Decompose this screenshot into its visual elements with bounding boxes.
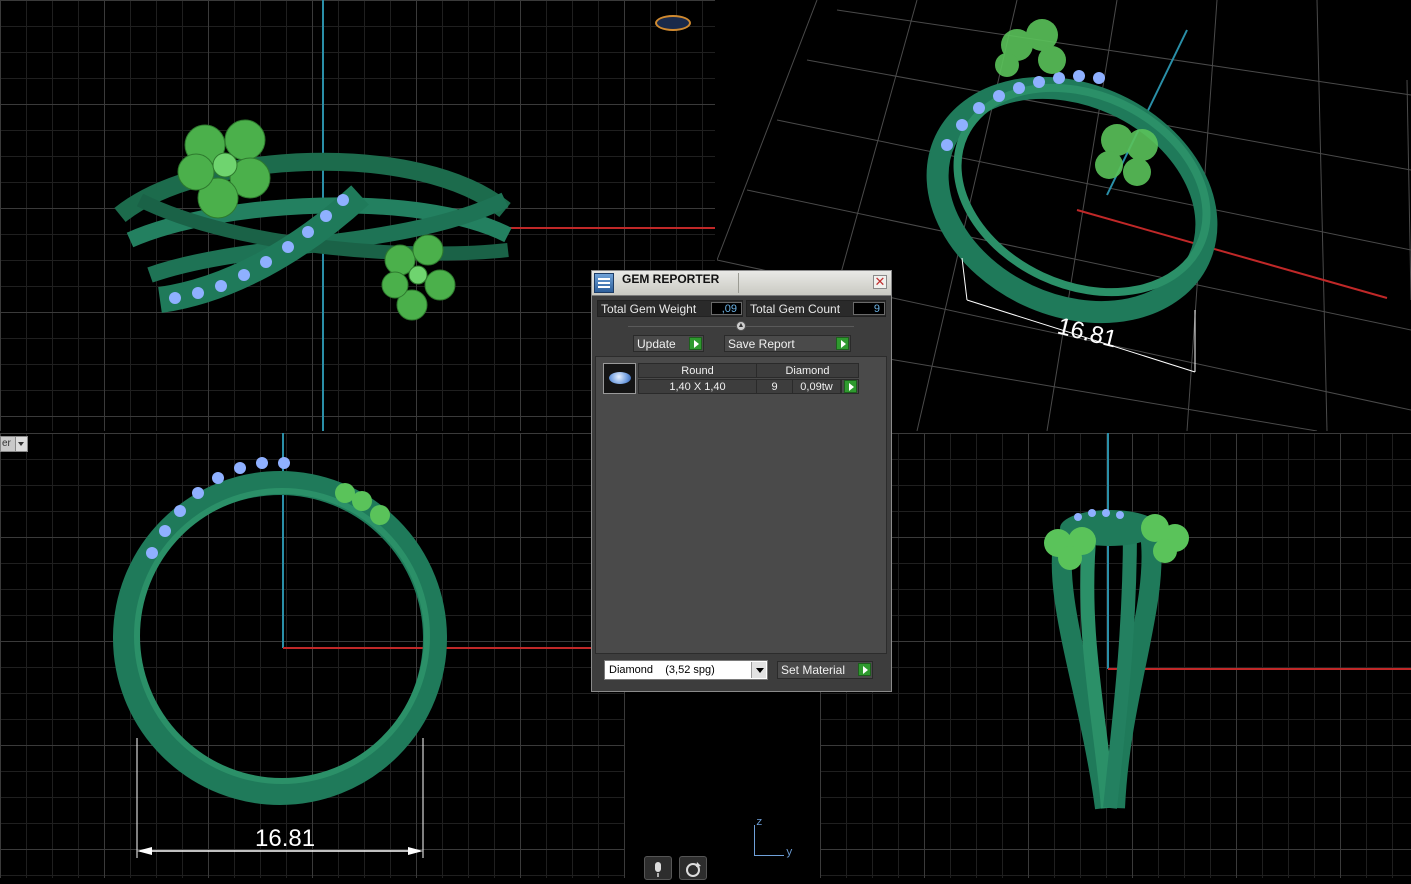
side-dimension-label: 16.81	[255, 825, 315, 852]
total-gem-count-field: Total Gem Count 9	[746, 300, 886, 317]
refresh-icon	[686, 862, 701, 877]
microphone-icon	[655, 862, 661, 877]
update-button-label: Update	[637, 337, 676, 351]
play-arrow-icon	[844, 380, 857, 393]
close-button[interactable]: ✕	[873, 275, 887, 289]
gem-material: Diamond	[756, 363, 859, 378]
dialog-title: GEM REPORTER	[622, 272, 720, 286]
total-gem-weight-value: ,09	[711, 302, 742, 315]
play-arrow-icon	[836, 337, 849, 350]
ring-side-view: 16.81	[113, 433, 625, 858]
collapse-toggle-button[interactable]: ▲	[736, 321, 746, 331]
ring-thumbnail-icon[interactable]	[655, 15, 691, 31]
close-icon: ✕	[874, 274, 886, 289]
set-material-button-label: Set Material	[781, 663, 846, 677]
total-gem-weight-label: Total Gem Weight	[601, 302, 697, 316]
microphone-button[interactable]	[644, 856, 672, 880]
play-arrow-icon	[858, 663, 871, 676]
viewport-top[interactable]	[820, 433, 1411, 878]
material-select[interactable]: Diamond (3,52 spg)	[604, 660, 768, 680]
total-gem-weight-field: Total Gem Weight ,09	[597, 300, 743, 317]
save-report-button-label: Save Report	[728, 337, 795, 351]
dialog-titlebar[interactable]: GEM REPORTER ✕	[592, 271, 891, 296]
chevron-down-icon	[15, 437, 27, 451]
ring-top-view	[1044, 433, 1411, 810]
save-report-button[interactable]: Save Report	[724, 335, 851, 352]
gem-shape: Round	[638, 363, 757, 378]
chevron-down-icon[interactable]	[751, 662, 766, 678]
total-gem-count-value: 9	[853, 302, 885, 315]
gem-reporter-dialog: GEM REPORTER ✕ Total Gem Weight ,09 Tota…	[591, 270, 892, 692]
z-axis-label: z	[756, 817, 763, 829]
play-arrow-icon	[689, 337, 702, 350]
view-dropdown[interactable]: er	[0, 436, 28, 452]
chevron-up-icon: ▲	[737, 322, 745, 329]
gem-weight: 0,09tw	[792, 379, 841, 394]
gem-count: 9	[756, 379, 793, 394]
refresh-button[interactable]	[679, 856, 707, 880]
gem-row-action-button[interactable]	[841, 379, 859, 394]
update-button[interactable]: Update	[633, 335, 704, 352]
set-material-button[interactable]: Set Material	[777, 661, 873, 679]
view-dropdown-text: er	[2, 438, 11, 449]
gem-size: 1,40 X 1,40	[638, 379, 757, 394]
total-gem-count-label: Total Gem Count	[750, 302, 841, 316]
gem-reporter-icon	[594, 273, 614, 293]
gem-list: Round Diamond 1,40 X 1,40 9 0,09tw	[595, 356, 887, 654]
material-select-value: Diamond (3,52 spg)	[609, 664, 715, 676]
y-axis-label: y	[786, 847, 793, 859]
title-separator	[738, 273, 739, 293]
axis-indicator: z y	[750, 815, 800, 865]
viewport-side[interactable]: 16.81	[0, 433, 625, 878]
round-gem-icon	[603, 363, 636, 394]
